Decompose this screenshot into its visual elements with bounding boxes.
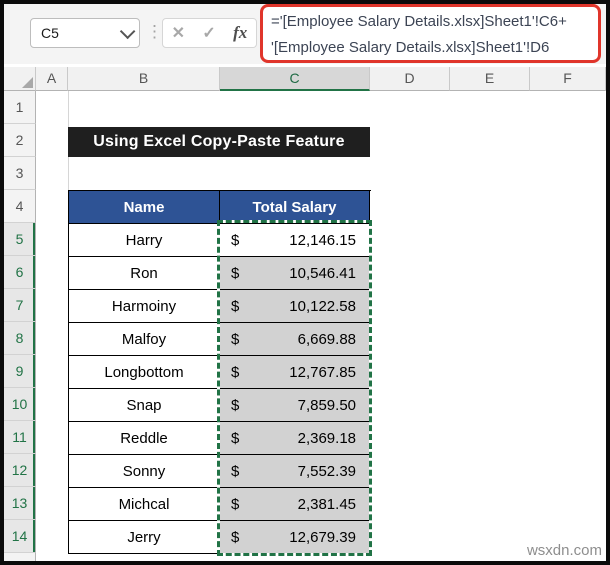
salary-cell-C10[interactable]: $7,859.50 [220,389,370,422]
table-row: Harmoiny $10,122.58 [69,290,371,323]
name-cell-B6[interactable]: Ron [69,257,220,290]
cancel-icon[interactable]: ✕ [172,23,185,43]
currency-symbol: $ [231,264,240,282]
select-all-triangle-icon [22,77,33,88]
name-cell-B14[interactable]: Jerry [69,521,220,554]
row-header-6[interactable]: 6 [4,256,36,289]
name-cell-B5[interactable]: Harry [69,224,220,257]
name-cell-B7[interactable]: Harmoiny [69,290,220,323]
select-all-button[interactable] [4,67,36,91]
row-header-9[interactable]: 9 [4,355,36,388]
name-cell-B9[interactable]: Longbottom [69,356,220,389]
name-box-value: C5 [41,25,59,41]
row-header-4[interactable]: 4 [4,190,36,223]
salary-cell-C14[interactable]: $12,679.39 [220,521,370,554]
currency-symbol: $ [231,396,240,414]
salary-cell-C11[interactable]: $2,369.18 [220,422,370,455]
salary-amount: 10,122.58 [289,297,356,315]
formula-buttons-group: ✕ ✓ fx [162,18,257,48]
row-header-14[interactable]: 14 [4,520,36,553]
formula-line-1: ='[Employee Salary Details.xlsx]Sheet1'!… [271,13,567,30]
row-header-3[interactable]: 3 [4,157,36,190]
currency-symbol: $ [231,330,240,348]
column-header-C[interactable]: C [220,67,370,91]
title-banner-text: Using Excel Copy-Paste Feature [93,133,345,150]
row-header-8[interactable]: 8 [4,322,36,355]
row-header-5[interactable]: 5 [4,223,36,256]
chevron-down-icon[interactable] [119,23,136,39]
name-cell-B11[interactable]: Reddle [69,422,220,455]
currency-symbol: $ [231,231,240,249]
salary-cell-C8[interactable]: $6,669.88 [220,323,370,356]
currency-symbol: $ [231,528,240,546]
currency-symbol: $ [231,297,240,315]
salary-amount: 12,679.39 [289,528,356,546]
name-cell-B8[interactable]: Malfoy [69,323,220,356]
salary-cell-C9[interactable]: $12,767.85 [220,356,370,389]
salary-amount: 12,146.15 [289,231,356,249]
row-header-partial [4,553,36,561]
name-cell-B10[interactable]: Snap [69,389,220,422]
watermark: wsxdn.com [526,542,602,559]
currency-symbol: $ [231,495,240,513]
salary-amount: 6,669.88 [297,330,356,348]
row-header-13[interactable]: 13 [4,487,36,520]
formula-bar[interactable]: ='[Employee Salary Details.xlsx]Sheet1'!… [260,4,601,63]
row-header-7[interactable]: 7 [4,289,36,322]
separator-dots-icon: ⋮ [146,22,163,41]
column-header-A[interactable]: A [36,67,68,91]
salary-cell-C7[interactable]: $10,122.58 [220,290,370,323]
salary-table: Name Total Salary Harry $12,146.15 Ron $10,… [68,190,371,554]
salary-cell-C6[interactable]: $10,546.41 [220,257,370,290]
table-row: Snap $7,859.50 [69,389,371,422]
name-cell-B12[interactable]: Sonny [69,455,220,488]
table-row: Harry $12,146.15 [69,224,371,257]
currency-symbol: $ [231,462,240,480]
salary-amount: 2,369.18 [297,429,356,447]
salary-amount: 10,546.41 [289,264,356,282]
table-row: Ron $10,546.41 [69,257,371,290]
salary-amount: 7,859.50 [297,396,356,414]
enter-icon[interactable]: ✓ [202,23,215,43]
row-header-1[interactable]: 1 [4,91,36,124]
row-header-11[interactable]: 11 [4,421,36,454]
row-header-2[interactable]: 2 [4,124,36,157]
table-row: Jerry $12,679.39 [69,521,371,554]
insert-function-icon[interactable]: fx [233,23,247,43]
salary-cell-C5[interactable]: $12,146.15 [220,224,370,257]
name-cell-B13[interactable]: Michcal [69,488,220,521]
excel-window: C5 ⋮ ✕ ✓ fx ='[Employee Salary Details.x… [0,0,610,565]
currency-symbol: $ [231,363,240,381]
table-row: Michcal $2,381.45 [69,488,371,521]
table-header-row: Name Total Salary [69,191,371,224]
table-row: Reddle $2,369.18 [69,422,371,455]
column-header-D[interactable]: D [370,67,450,91]
salary-cell-C12[interactable]: $7,552.39 [220,455,370,488]
table-row: Malfoy $6,669.88 [69,323,371,356]
title-banner[interactable]: Using Excel Copy-Paste Feature [68,127,370,157]
salary-cell-C13[interactable]: $2,381.45 [220,488,370,521]
column-header-B[interactable]: B [68,67,220,91]
salary-amount: 7,552.39 [297,462,356,480]
header-cell-name[interactable]: Name [69,191,220,224]
currency-symbol: $ [231,429,240,447]
row-headers: 1 2 3 4 5 6 7 8 9 10 11 12 13 14 [4,91,36,561]
column-header-E[interactable]: E [450,67,530,91]
salary-amount: 12,767.85 [289,363,356,381]
formula-line-2: '[Employee Salary Details.xlsx]Sheet1'!D… [271,39,550,56]
table-row: Longbottom $12,767.85 [69,356,371,389]
table-row: Sonny $7,552.39 [69,455,371,488]
header-cell-total-salary[interactable]: Total Salary [220,191,370,224]
formula-toolbar: C5 ⋮ ✕ ✓ fx ='[Employee Salary Details.x… [4,4,606,64]
column-headers: ABCDEF [4,67,606,91]
row-header-10[interactable]: 10 [4,388,36,421]
row-header-12[interactable]: 12 [4,454,36,487]
name-box[interactable]: C5 [30,18,140,48]
salary-amount: 2,381.45 [297,495,356,513]
column-header-F[interactable]: F [530,67,606,91]
